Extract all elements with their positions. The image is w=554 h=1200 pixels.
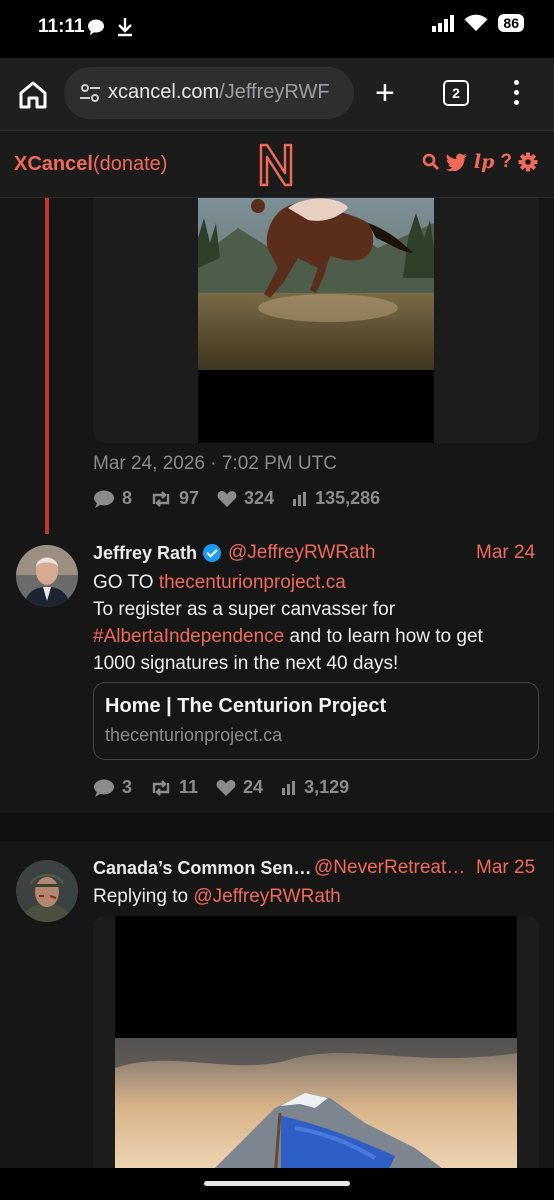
jeffrey-rath-avatar — [16, 545, 78, 607]
replying-handle-link[interactable]: @JeffreyRWRath — [193, 886, 340, 907]
tweet-line-3: #AlbertaIndependence and to learn how to… — [93, 623, 533, 650]
browser-toolbar: xcancel.com/JeffreyRWF + 2 — [0, 58, 554, 131]
reply-stat[interactable]: 3 — [93, 777, 132, 798]
tweet-text: GO TO thecenturionproject.ca To register… — [93, 569, 533, 677]
retweet-count: 11 — [179, 777, 199, 797]
notification-icons — [88, 16, 132, 43]
new-tab-icon[interactable]: + — [375, 76, 395, 110]
chat-and-download-icon — [88, 18, 132, 37]
status-time: 11:11 — [38, 16, 85, 37]
search-icon[interactable] — [422, 153, 440, 171]
retweet-stat[interactable]: 97 — [150, 488, 199, 509]
tweet-timestamp[interactable]: Mar 24, 2026 · 7:02 PM UTC — [93, 453, 337, 475]
replying-to: Replying to @JeffreyRWRath — [93, 883, 533, 910]
status-bar: 11:11 86 — [0, 0, 554, 58]
views-count: 135,286 — [315, 488, 381, 508]
media-letterbox — [198, 370, 434, 443]
status-right: 86 — [432, 14, 524, 32]
heart-icon — [217, 490, 237, 507]
gesture-bar — [0, 1168, 554, 1200]
tweet-author-handle[interactable]: @JeffreyRWRath — [228, 542, 375, 564]
views-count: 3,129 — [304, 777, 350, 797]
tweet-author-handle[interactable]: @NeverRetreat… — [314, 857, 465, 879]
reply-count: 3 — [122, 777, 133, 797]
card-title: Home | The Centurion Project — [105, 695, 387, 717]
mountain-flag-image[interactable] — [115, 1038, 517, 1168]
views-stat: 3,129 — [281, 777, 349, 798]
views-icon — [293, 491, 307, 506]
hashtag-link[interactable]: #AlbertaIndependence — [93, 626, 284, 647]
reply-count: 8 — [122, 488, 133, 508]
nitter-logo-icon[interactable] — [255, 141, 297, 189]
about-link[interactable]: ? — [500, 151, 512, 173]
retweet-stat[interactable]: 11 — [150, 777, 198, 798]
like-count: 24 — [243, 777, 264, 797]
author-name-text[interactable]: Jeffrey Rath — [93, 543, 197, 563]
tweet-date[interactable]: Mar 24 — [476, 542, 535, 564]
views-stat: 135,286 — [292, 488, 380, 509]
retweet-count: 97 — [179, 488, 200, 508]
site-settings-icon[interactable] — [78, 81, 102, 105]
battery-icon: 86 — [498, 14, 524, 32]
thread-separator — [0, 813, 554, 841]
media-letterbox — [115, 916, 517, 1038]
retweet-icon — [152, 490, 170, 507]
comment-icon — [94, 779, 114, 797]
verified-badge-icon — [203, 544, 222, 562]
url-text: xcancel.com/JeffreyRWF — [108, 81, 330, 104]
reply-stat[interactable]: 8 — [93, 488, 132, 509]
horse-rider-image[interactable] — [198, 198, 434, 370]
nav-icons: lp? — [422, 151, 538, 173]
tweet-line-1: GO TO thecenturionproject.ca — [93, 569, 533, 596]
like-count: 324 — [244, 488, 275, 508]
url-path: /JeffreyRWF — [219, 81, 330, 103]
site-brand[interactable]: XCancel(donate) — [14, 153, 167, 176]
tweet-text-prefix: GO TO — [93, 572, 159, 593]
tab-switcher-button[interactable]: 2 — [443, 80, 469, 106]
soldier-avatar — [16, 860, 78, 922]
heart-icon — [216, 779, 236, 796]
tweet-author-name[interactable]: Jeffrey Rath — [93, 543, 222, 564]
tweet-line-2: To register as a super canvasser for — [93, 599, 396, 620]
donate-link[interactable]: (donate) — [93, 153, 168, 175]
tweet-media[interactable] — [93, 916, 539, 1168]
wifi-icon — [464, 14, 488, 31]
tweet-author-name[interactable]: Canada’s Common Sen… — [93, 858, 311, 879]
like-stat[interactable]: 324 — [217, 488, 274, 509]
url-domain: xcancel.com — [108, 81, 220, 103]
rss-icon[interactable]: lp — [474, 151, 495, 173]
card-domain: thecenturionproject.ca — [105, 725, 283, 745]
address-bar[interactable]: xcancel.com/JeffreyRWF — [64, 67, 354, 119]
link-preview-card[interactable]: Home | The Centurion Project thecenturio… — [93, 682, 539, 760]
tweet-date[interactable]: Mar 25 — [476, 857, 535, 879]
home-icon[interactable] — [16, 78, 50, 112]
avatar[interactable] — [16, 545, 78, 607]
brand-name[interactable]: XCancel — [14, 153, 93, 175]
timeline: Mar 24, 2026 · 7:02 PM UTC 8 97 324 135,… — [0, 198, 554, 1168]
avatar[interactable] — [16, 860, 78, 922]
retweet-icon — [152, 779, 170, 796]
tweet-stats: 3 11 24 3,129 — [93, 777, 367, 798]
site-navbar: XCancel(donate) lp? — [0, 131, 554, 198]
twitter-icon[interactable] — [445, 153, 468, 171]
thread-line — [45, 198, 49, 534]
views-icon — [282, 780, 296, 795]
like-stat[interactable]: 24 — [216, 777, 263, 798]
home-indicator[interactable] — [204, 1181, 350, 1186]
replying-prefix: Replying to — [93, 886, 194, 907]
tweet-link[interactable]: thecenturionproject.ca — [159, 572, 346, 593]
comment-icon — [94, 490, 114, 508]
tweet-stats: 8 97 324 135,286 — [93, 488, 398, 509]
tweet-line-4: 1000 signatures in the next 40 days! — [93, 653, 399, 674]
gear-icon[interactable] — [518, 152, 538, 172]
overflow-menu-icon[interactable] — [514, 80, 522, 110]
signal-icon — [432, 14, 455, 32]
tweet-media[interactable] — [93, 198, 539, 443]
tweet-line-3-text: and to learn how to get — [284, 626, 483, 647]
